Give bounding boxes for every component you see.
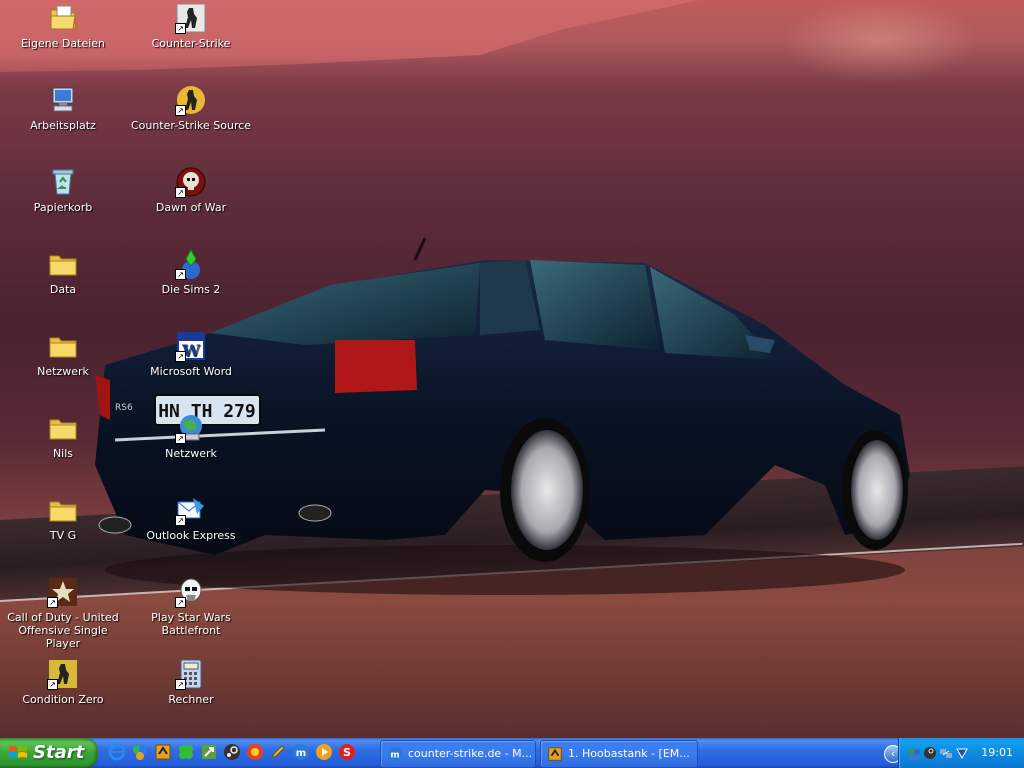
desktop-icon-label: Condition Zero — [22, 693, 104, 706]
desktop-icon[interactable]: Arbeitsplatz — [1, 84, 125, 132]
windows-logo-icon — [9, 746, 27, 758]
desktop-icon-label: Netzwerk — [37, 365, 89, 378]
winamp-tray-icon[interactable] — [955, 746, 969, 760]
desktop-icon[interactable]: ↗ Condition Zero — [1, 658, 125, 706]
steam-tray-icon[interactable] — [923, 746, 937, 760]
recycle-bin-icon — [47, 166, 79, 198]
shortcut-arrow-icon: ↗ — [175, 515, 186, 526]
desktop-icon-label: Data — [49, 283, 77, 296]
shortcut-arrow-icon: ↗ — [175, 269, 186, 280]
skype-icon[interactable]: S — [338, 743, 356, 761]
desktop-icon[interactable]: Papierkorb — [1, 166, 125, 214]
desktop-icon[interactable]: ↗ Play Star Wars Battlefront — [129, 576, 253, 637]
arrow-tool-icon[interactable] — [200, 743, 218, 761]
desktop-icon[interactable]: ↗ Counter-Strike — [129, 2, 253, 50]
task-button[interactable]: 1. Hoobastank - [EM... — [540, 740, 698, 768]
messenger-icon[interactable] — [131, 743, 149, 761]
word-icon: W ↗ — [175, 330, 207, 362]
shortcut-arrow-icon: ↗ — [175, 105, 186, 116]
task-button-label: counter-strike.de - M... — [408, 747, 533, 760]
desktop[interactable]: HN TH 279 RS6 Eigene Dateien Arbeitsplatz… — [0, 0, 1024, 738]
desktop-icon-label: Arbeitsplatz — [30, 119, 96, 132]
svg-text:m: m — [296, 748, 306, 759]
desktop-icon-label: Rechner — [168, 693, 214, 706]
outlook-express-icon: ↗ — [175, 494, 207, 526]
my-computer-icon — [47, 84, 79, 116]
desktop-icon-label: TV G — [49, 529, 77, 542]
media-player-icon[interactable] — [315, 743, 333, 761]
system-tray: 19:01 — [898, 738, 1024, 768]
users-icon[interactable] — [907, 746, 921, 760]
media-icon[interactable] — [246, 743, 264, 761]
shortcut-arrow-icon: ↗ — [47, 679, 58, 690]
desktop-icon-label: Netzwerk — [165, 447, 217, 460]
my-documents-icon — [47, 2, 79, 34]
task-button-label: 1. Hoobastank - [EM... — [568, 747, 690, 760]
desktop-icon-label: Outlook Express — [146, 529, 236, 542]
folder-icon — [47, 330, 79, 362]
folder-icon — [47, 494, 79, 526]
shortcut-arrow-icon: ↗ — [47, 597, 58, 608]
desktop-icon-label: Die Sims 2 — [161, 283, 221, 296]
desktop-icon-label: Microsoft Word — [150, 365, 232, 378]
maxthon-icon: m — [387, 746, 403, 762]
steam-icon[interactable] — [223, 743, 241, 761]
winamp-icon — [547, 746, 563, 762]
desktop-icon[interactable]: W ↗ Microsoft Word — [129, 330, 253, 378]
folder-icon — [47, 412, 79, 444]
desktop-icon-label: Call of Duty - United Offensive Single P… — [7, 611, 119, 650]
shortcut-arrow-icon: ↗ — [175, 23, 186, 34]
desktop-icon[interactable]: ↗ Rechner — [129, 658, 253, 706]
internet-explorer-icon[interactable] — [108, 743, 126, 761]
svg-text:S: S — [343, 746, 351, 759]
desktop-icon[interactable]: ↗ Dawn of War — [129, 166, 253, 214]
maxthon-icon[interactable]: m — [292, 743, 310, 761]
svg-text:m: m — [390, 751, 399, 761]
counter-strike-source-icon: ↗ — [175, 84, 207, 116]
taskbar: Start m S m counter-strike.de - M... 1. Hoo… — [0, 738, 1024, 768]
network-tray-icon[interactable] — [939, 746, 953, 760]
desktop-icon[interactable]: ↗ Netzwerk — [129, 412, 253, 460]
network-icon: ↗ — [175, 412, 207, 444]
pencil-icon[interactable] — [269, 743, 287, 761]
desktop-icon-label: Papierkorb — [33, 201, 93, 214]
shortcut-arrow-icon: ↗ — [175, 187, 186, 198]
desktop-icon-label: Play Star Wars Battlefront — [151, 611, 231, 637]
star-wars-battlefront-icon: ↗ — [175, 576, 207, 608]
desktop-icon[interactable]: Netzwerk — [1, 330, 125, 378]
dawn-of-war-icon: ↗ — [175, 166, 207, 198]
clover-icon[interactable] — [177, 743, 195, 761]
calculator-icon: ↗ — [175, 658, 207, 690]
desktop-icon-label: Counter-Strike — [151, 37, 231, 50]
desktop-icon[interactable]: Eigene Dateien — [1, 2, 125, 50]
call-of-duty-icon: ↗ — [47, 576, 79, 608]
desktop-icon-label: Counter-Strike Source — [130, 119, 252, 132]
clock[interactable]: 19:01 — [981, 738, 1013, 768]
folder-icon — [47, 248, 79, 280]
winamp-icon[interactable] — [154, 743, 172, 761]
start-button[interactable]: Start — [0, 738, 98, 768]
desktop-icon[interactable]: ↗ Counter-Strike Source — [129, 84, 253, 132]
desktop-icon-label: Eigene Dateien — [20, 37, 106, 50]
desktop-icon[interactable]: ↗ Call of Duty - United Offensive Single … — [1, 576, 125, 650]
desktop-icon[interactable]: ↗ Die Sims 2 — [129, 248, 253, 296]
desktop-icon[interactable]: ↗ Outlook Express — [129, 494, 253, 542]
counter-strike-icon: ↗ — [175, 2, 207, 34]
shortcut-arrow-icon: ↗ — [175, 679, 186, 690]
sims-2-icon: ↗ — [175, 248, 207, 280]
shortcut-arrow-icon: ↗ — [175, 597, 186, 608]
shortcut-arrow-icon: ↗ — [175, 351, 186, 362]
desktop-icon[interactable]: Data — [1, 248, 125, 296]
shortcut-arrow-icon: ↗ — [175, 433, 186, 444]
desktop-icon[interactable]: Nils — [1, 412, 125, 460]
start-label: Start — [33, 742, 85, 763]
desktop-icon-label: Dawn of War — [155, 201, 227, 214]
condition-zero-icon: ↗ — [47, 658, 79, 690]
desktop-icon-label: Nils — [52, 447, 74, 460]
desktop-icon[interactable]: TV G — [1, 494, 125, 542]
task-button[interactable]: m counter-strike.de - M... — [380, 740, 536, 768]
